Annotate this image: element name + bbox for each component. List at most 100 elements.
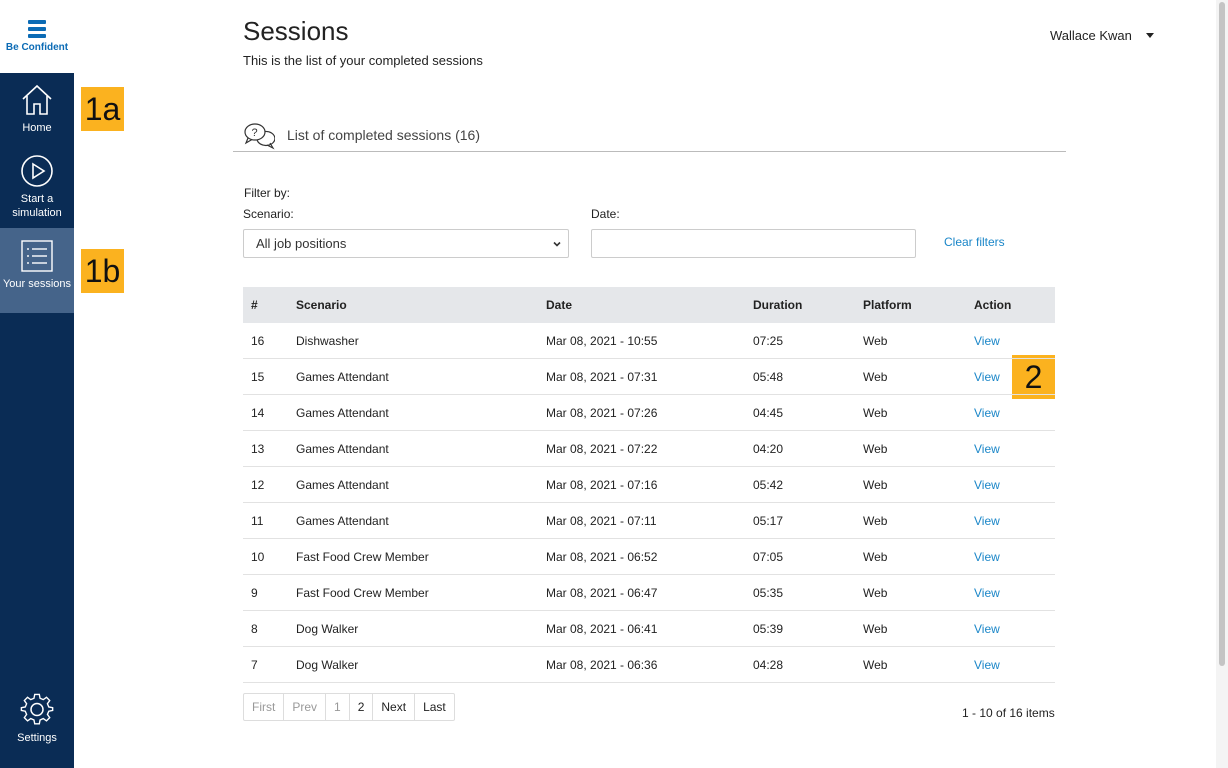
cell-duration: 05:48 — [753, 370, 784, 384]
view-link[interactable]: View — [974, 539, 1000, 575]
view-link[interactable]: View — [974, 431, 1000, 467]
page-1-button[interactable]: 1 — [326, 694, 350, 720]
column-header-date: Date — [546, 298, 573, 312]
cell-scenario: Dog Walker — [296, 658, 359, 672]
table-row: 11 Games Attendant Mar 08, 2021 - 07:11 05:… — [243, 503, 1055, 539]
cell-scenario: Fast Food Crew Member — [296, 550, 429, 564]
sidebar-item-label: Start a simulation — [12, 193, 62, 219]
cell-platform: Web — [863, 658, 888, 672]
cell-date: Mar 08, 2021 - 07:22 — [546, 442, 658, 456]
table-row: 16 Dishwasher Mar 08, 2021 - 10:55 07:25 Web… — [243, 323, 1055, 359]
svg-text:?: ? — [252, 127, 258, 139]
cell-number: 10 — [251, 550, 265, 564]
user-name: Wallace Kwan — [1050, 28, 1132, 43]
table-row: 7 Dog Walker Mar 08, 2021 - 06:36 04:28 Web V… — [243, 647, 1055, 683]
page-next-button[interactable]: Next — [373, 694, 416, 720]
pagination: First Prev 1 2 Next Last — [243, 693, 455, 721]
date-label: Date: — [591, 207, 620, 221]
cell-platform: Web — [863, 514, 888, 528]
cell-platform: Web — [863, 370, 888, 384]
column-header-action: Action — [974, 298, 1012, 312]
cell-platform: Web — [863, 406, 888, 420]
cell-date: Mar 08, 2021 - 06:41 — [546, 622, 658, 636]
clear-filters-link[interactable]: Clear filters — [944, 235, 1005, 249]
cell-scenario: Dishwasher — [296, 334, 359, 348]
sidebar-item-start-simulation[interactable]: Start a simulation — [0, 146, 74, 228]
sidebar-item-settings[interactable]: Settings — [0, 688, 74, 768]
view-link[interactable]: View — [974, 359, 1000, 395]
cell-scenario: Games Attendant — [296, 514, 389, 528]
cell-platform: Web — [863, 334, 888, 348]
cell-date: Mar 08, 2021 - 07:16 — [546, 478, 658, 492]
cell-platform: Web — [863, 442, 888, 456]
scenario-select[interactable]: All job positions — [243, 229, 569, 258]
page-title: Sessions — [243, 16, 349, 46]
table-row: 12 Games Attendant Mar 08, 2021 - 07:16 05:… — [243, 467, 1055, 503]
cell-date: Mar 08, 2021 - 10:55 — [546, 334, 658, 348]
section-header: ? List of completed sessions (16) — [233, 120, 1066, 152]
view-link[interactable]: View — [974, 647, 1000, 683]
cell-date: Mar 08, 2021 - 07:26 — [546, 406, 658, 420]
page-2-button[interactable]: 2 — [350, 694, 374, 720]
cell-scenario: Fast Food Crew Member — [296, 586, 429, 600]
list-icon — [21, 240, 53, 272]
brand-name: Be Confident — [5, 42, 69, 53]
sidebar-item-your-sessions[interactable]: Your sessions — [0, 228, 74, 313]
logo-icon — [28, 20, 46, 38]
sidebar-item-label: Home — [22, 122, 52, 134]
cell-duration: 05:39 — [753, 622, 784, 636]
chat-bubbles-icon: ? — [244, 123, 275, 150]
view-link[interactable]: View — [974, 467, 1000, 503]
caret-down-icon — [1145, 33, 1154, 38]
cell-scenario: Games Attendant — [296, 406, 389, 420]
cell-duration: 05:17 — [753, 514, 784, 528]
table-row: 15 Games Attendant Mar 08, 2021 - 07:31 05:… — [243, 359, 1055, 395]
cell-scenario: Games Attendant — [296, 442, 389, 456]
sidebar-item-home[interactable]: Home — [0, 73, 74, 146]
page-first-button[interactable]: First — [244, 694, 285, 720]
cell-number: 8 — [251, 622, 258, 636]
sessions-table: # Scenario Date Duration Platform Action… — [243, 287, 1055, 683]
scrollbar[interactable] — [1216, 0, 1228, 768]
cell-number: 14 — [251, 406, 265, 420]
brand-logo: Be Confident — [0, 0, 74, 73]
cell-number: 12 — [251, 478, 265, 492]
cell-platform: Web — [863, 622, 888, 636]
view-link[interactable]: View — [974, 503, 1000, 539]
view-link[interactable]: View — [974, 575, 1000, 611]
scenario-select-value: All job positions — [256, 236, 347, 251]
cell-scenario: Games Attendant — [296, 478, 389, 492]
gear-icon — [20, 693, 54, 725]
callout-1a: 1a — [81, 87, 124, 131]
filter-heading: Filter by: — [244, 186, 291, 200]
view-link[interactable]: View — [974, 323, 1000, 359]
page-last-button[interactable]: Last — [415, 694, 454, 720]
table-header: # Scenario Date Duration Platform Action — [243, 287, 1055, 323]
cell-number: 13 — [251, 442, 265, 456]
user-menu[interactable]: Wallace Kwan — [1050, 28, 1154, 43]
table-row: 14 Games Attendant Mar 08, 2021 - 07:26 04:… — [243, 395, 1055, 431]
column-header-number: # — [251, 298, 258, 312]
cell-date: Mar 08, 2021 - 06:36 — [546, 658, 658, 672]
cell-duration: 04:45 — [753, 406, 784, 420]
sidebar: Home Start a simulation Your sessions Se… — [0, 73, 74, 768]
cell-number: 7 — [251, 658, 258, 672]
date-input[interactable] — [591, 229, 916, 258]
view-link[interactable]: View — [974, 395, 1000, 431]
cell-date: Mar 08, 2021 - 07:11 — [546, 514, 657, 528]
cell-duration: 04:20 — [753, 442, 784, 456]
cell-platform: Web — [863, 478, 888, 492]
callout-1b: 1b — [81, 249, 124, 293]
scrollbar-thumb[interactable] — [1219, 2, 1225, 666]
play-icon — [21, 155, 53, 187]
cell-duration: 05:35 — [753, 586, 784, 600]
sidebar-item-label: Settings — [17, 732, 57, 744]
scenario-label: Scenario: — [243, 207, 294, 221]
view-link[interactable]: View — [974, 611, 1000, 647]
page-prev-button[interactable]: Prev — [284, 694, 327, 720]
cell-number: 9 — [251, 586, 258, 600]
cell-scenario: Games Attendant — [296, 370, 389, 384]
section-title: List of completed sessions (16) — [287, 127, 480, 143]
cell-date: Mar 08, 2021 - 07:31 — [546, 370, 658, 384]
page-subtitle: This is the list of your completed sessi… — [243, 53, 483, 68]
